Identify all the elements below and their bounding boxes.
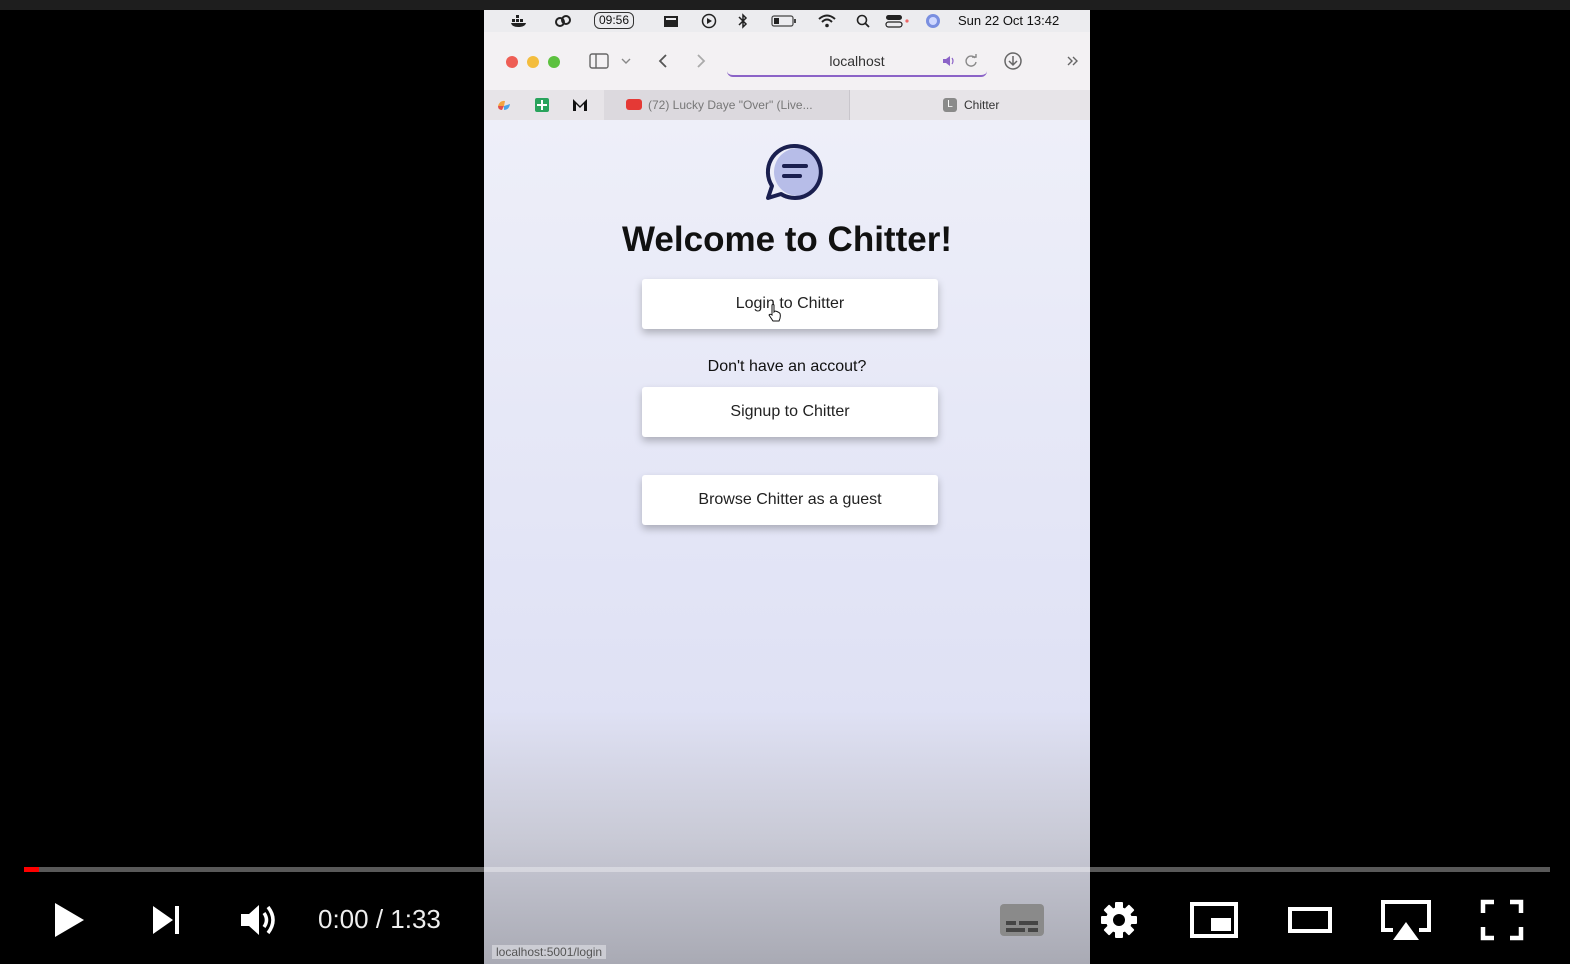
signup-button[interactable]: Signup to Chitter — [642, 387, 938, 437]
video-progress-bar[interactable] — [24, 867, 1550, 872]
subtitles-button[interactable] — [996, 895, 1048, 945]
battery-icon[interactable] — [770, 12, 798, 30]
browse-as-guest-button[interactable]: Browse Chitter as a guest — [642, 475, 938, 525]
sidebar-toggle-icon[interactable] — [588, 50, 610, 72]
airplay-icon — [1381, 900, 1431, 940]
gear-icon — [1101, 902, 1137, 938]
youtube-favicon-icon — [626, 99, 642, 110]
current-time: 0:00 — [318, 904, 369, 934]
play-icon — [55, 903, 84, 937]
airplay-button[interactable] — [1378, 895, 1434, 945]
subtitles-icon — [1000, 904, 1044, 936]
address-bar[interactable]: localhost — [727, 47, 987, 77]
tab-youtube[interactable]: (72) Lucky Daye "Over" (Live... — [604, 90, 850, 120]
top-strip — [0, 0, 1570, 10]
skip-next-icon — [153, 906, 179, 934]
settings-button[interactable] — [1094, 895, 1144, 945]
forward-arrow-icon[interactable] — [692, 50, 710, 72]
back-arrow-icon[interactable] — [654, 50, 672, 72]
tab-youtube-label: (72) Lucky Daye "Over" (Live... — [648, 98, 813, 112]
wifi-icon[interactable] — [818, 12, 836, 30]
status-bar-url: localhost:5001/login — [492, 945, 607, 959]
chat-bubble-logo-icon — [765, 143, 823, 200]
menubar-clock[interactable]: Sun 22 Oct 13:42 — [958, 13, 1059, 28]
miniplayer-button[interactable] — [1188, 895, 1240, 945]
login-button[interactable]: Login to Chitter — [642, 279, 938, 329]
bookmark-sheets-icon[interactable] — [534, 97, 550, 113]
play-button[interactable] — [44, 895, 94, 945]
download-icon[interactable] — [1002, 50, 1024, 72]
timer-pill[interactable]: 09:56 — [594, 12, 635, 29]
browser-toolbar: localhost — [484, 32, 1090, 90]
volume-icon — [241, 905, 275, 935]
time-separator: / — [368, 904, 391, 934]
duration: 1:33 — [390, 904, 441, 934]
mute-button[interactable] — [232, 895, 284, 945]
chitter-favicon-icon: L — [943, 98, 957, 112]
bluetooth-icon[interactable] — [734, 12, 752, 30]
creative-cloud-icon[interactable] — [554, 12, 572, 30]
bookmark-pinwheel-icon[interactable] — [496, 97, 512, 113]
speaker-icon[interactable] — [941, 50, 957, 72]
next-button[interactable] — [140, 895, 190, 945]
bookmarks-and-tabs-bar: (72) Lucky Daye "Over" (Live... L Chitte… — [484, 90, 1090, 121]
video-progress-played — [24, 867, 40, 872]
docker-icon[interactable] — [510, 12, 528, 30]
reload-icon[interactable] — [963, 50, 979, 72]
siri-icon[interactable] — [924, 12, 942, 30]
spotlight-search-icon[interactable] — [854, 12, 872, 30]
minimize-window-button[interactable] — [527, 56, 539, 68]
signup-hint-text: Don't have an accout? — [707, 358, 867, 375]
play-circle-icon[interactable] — [700, 12, 718, 30]
overflow-chevron-icon[interactable] — [1064, 50, 1082, 72]
tab-chitter-label: Chitter — [964, 98, 1000, 112]
chevron-down-icon[interactable] — [620, 50, 632, 72]
close-window-button[interactable] — [506, 56, 518, 68]
chitter-page: Welcome to Chitter! Login to Chitter Don… — [484, 120, 1090, 964]
video-time-display: 0:00 / 1:33 — [318, 904, 441, 935]
clapper-icon[interactable] — [662, 12, 680, 30]
hand-cursor-icon — [768, 304, 781, 322]
zoom-window-button[interactable] — [548, 56, 560, 68]
tab-chitter[interactable]: L Chitter — [850, 90, 1090, 120]
mac-menubar: 09:56 Sun 22 Oct 13:42 — [484, 10, 1090, 32]
theater-mode-button[interactable] — [1284, 895, 1336, 945]
fullscreen-button[interactable] — [1476, 895, 1528, 945]
fullscreen-icon — [1480, 899, 1524, 941]
recorded-screen: 09:56 Sun 22 Oct 13:42 localhost (72) Lu… — [484, 10, 1090, 964]
bookmark-medium-icon[interactable] — [572, 97, 588, 113]
theater-mode-icon — [1288, 907, 1332, 933]
control-center-icon[interactable] — [884, 12, 912, 30]
miniplayer-icon — [1190, 902, 1238, 938]
page-title: Welcome to Chitter! — [622, 220, 952, 259]
